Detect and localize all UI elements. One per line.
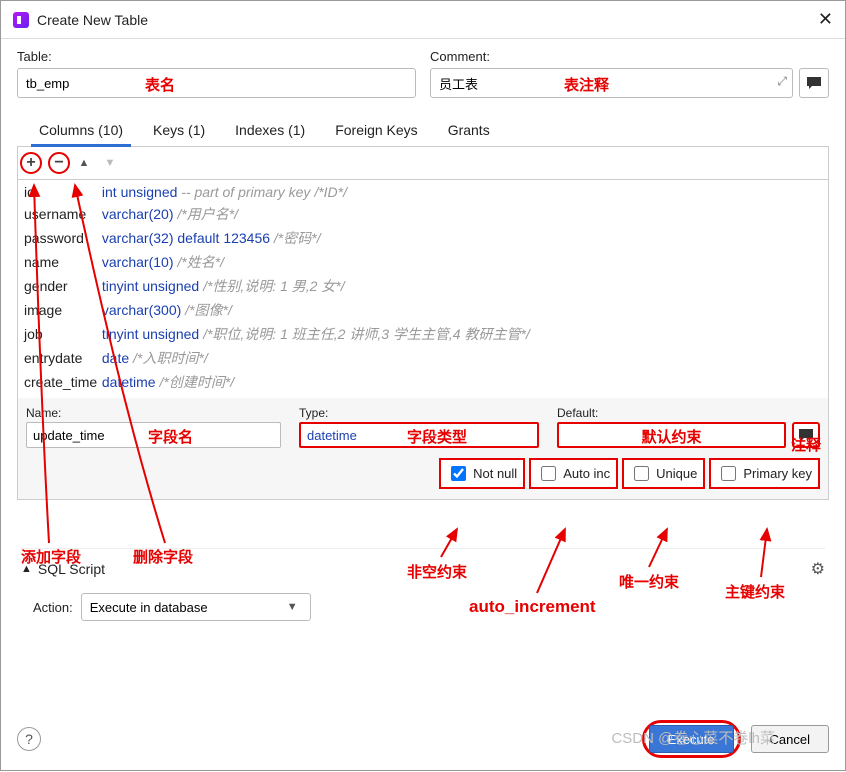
column-row[interactable]: job tinyint unsigned /*职位,说明: 1 班主任,2 讲师… (22, 322, 824, 346)
column-row[interactable]: id int unsigned -- part of primary key /… (22, 182, 824, 202)
column-name-input[interactable] (26, 422, 281, 448)
add-column-button[interactable]: + (20, 152, 42, 174)
column-row[interactable]: create_time datetime /*创建时间*/ (22, 370, 824, 394)
sql-script-label: SQL Script (38, 561, 105, 577)
speech-bubble-icon (798, 428, 814, 442)
label-comment: Comment: (430, 49, 829, 64)
window-title: Create New Table (37, 12, 148, 28)
help-button[interactable]: ? (17, 727, 41, 751)
flag-primary-key[interactable]: Primary key (709, 458, 820, 489)
column-row[interactable]: entrydate date /*入职时间*/ (22, 346, 824, 370)
move-up-button[interactable]: ▲ (72, 151, 96, 175)
app-icon (13, 12, 29, 28)
label-col-type: Type: (299, 406, 539, 420)
tab-indexes[interactable]: Indexes (1) (231, 116, 309, 146)
flag-not-null[interactable]: Not null (439, 458, 525, 489)
table-name-input[interactable] (17, 68, 416, 98)
speech-bubble-icon (806, 76, 822, 90)
gear-icon[interactable]: ⚙ (811, 559, 825, 579)
checkbox-primary-key[interactable] (721, 466, 736, 481)
action-select[interactable]: Execute in database (81, 593, 311, 621)
move-down-button[interactable]: ▼ (98, 151, 122, 175)
label-action: Action: (33, 600, 73, 615)
label-table: Table: (17, 49, 416, 64)
column-row[interactable]: password varchar(32) default 123456 /*密码… (22, 226, 824, 250)
constraint-flags: Not null Auto inc Unique Primary key (18, 448, 828, 499)
column-list: id int unsigned -- part of primary key /… (18, 180, 828, 398)
column-type-input[interactable] (299, 422, 539, 448)
flag-auto-inc[interactable]: Auto inc (529, 458, 618, 489)
column-row[interactable]: name varchar(10) /*姓名*/ (22, 250, 824, 274)
collapse-icon[interactable]: ▲ (21, 563, 32, 575)
tab-columns[interactable]: Columns (10) (35, 116, 127, 146)
comment-button[interactable] (799, 68, 829, 98)
tab-foreign-keys[interactable]: Foreign Keys (331, 116, 421, 146)
label-col-name: Name: (26, 406, 281, 420)
close-icon[interactable]: ✕ (818, 9, 833, 30)
column-row[interactable]: username varchar(20) /*用户名*/ (22, 202, 824, 226)
column-default-input[interactable] (557, 422, 786, 448)
checkbox-unique[interactable] (634, 466, 649, 481)
remove-column-button[interactable]: − (48, 152, 70, 174)
execute-button[interactable]: Execute (649, 725, 734, 753)
column-comment-button[interactable] (792, 422, 820, 448)
tab-grants[interactable]: Grants (444, 116, 494, 146)
columns-grid: + − ▲ ▼ id int unsigned -- part of prima… (17, 147, 829, 500)
table-comment-input[interactable] (430, 68, 793, 98)
flag-unique[interactable]: Unique (622, 458, 705, 489)
cancel-button[interactable]: Cancel (751, 725, 829, 753)
label-col-default: Default: (557, 406, 820, 420)
tab-strip: Columns (10) Keys (1) Indexes (1) Foreig… (17, 116, 829, 147)
column-row[interactable]: image varchar(300) /*图像*/ (22, 298, 824, 322)
expand-icon[interactable]: ⤢ (777, 74, 787, 89)
titlebar: Create New Table ✕ (1, 1, 845, 39)
column-row[interactable]: gender tinyint unsigned /*性别,说明: 1 男,2 女… (22, 274, 824, 298)
tab-keys[interactable]: Keys (1) (149, 116, 209, 146)
checkbox-not-null[interactable] (451, 466, 466, 481)
checkbox-auto-inc[interactable] (541, 466, 556, 481)
